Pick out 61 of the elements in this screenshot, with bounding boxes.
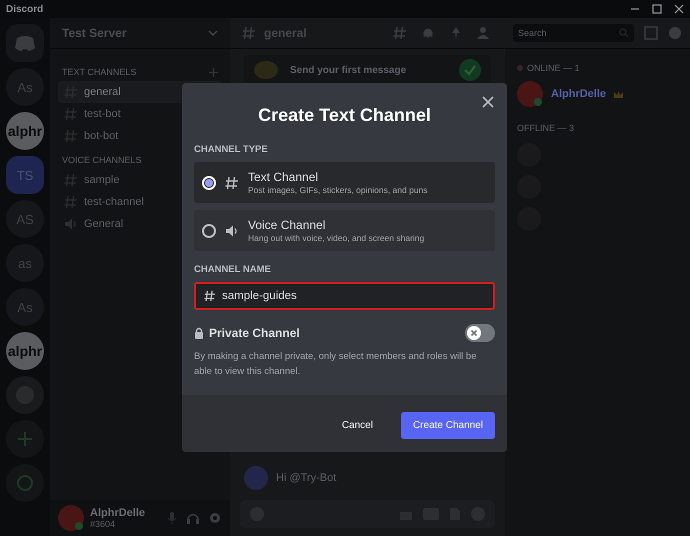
option-title: Voice Channel: [248, 218, 326, 232]
close-icon[interactable]: [481, 95, 495, 109]
dialog-title: Create Text Channel: [258, 105, 431, 126]
channel-item[interactable]: test-bot: [58, 103, 222, 125]
add-server-icon[interactable]: [6, 420, 44, 458]
option-title: Text Channel: [248, 170, 320, 184]
server-name[interactable]: Test Server: [62, 26, 126, 40]
headphones-icon[interactable]: [186, 511, 200, 525]
message-text: Hi @Try-Bot: [276, 472, 336, 484]
bell-icon[interactable]: [421, 26, 435, 40]
private-toggle[interactable]: [465, 324, 495, 342]
speaker-icon: [64, 217, 78, 231]
hash-icon: [64, 195, 78, 209]
placeholder-server-icon: [6, 376, 44, 414]
chevron-down-icon[interactable]: [208, 28, 218, 38]
close-icon[interactable]: [674, 4, 684, 14]
step-text: Send your first message: [290, 64, 408, 76]
lock-icon: [194, 327, 204, 339]
message-input[interactable]: [240, 500, 495, 528]
option-description: Post images, GIFs, stickers, opinions, and puns: [248, 185, 428, 195]
search-icon: [619, 28, 629, 38]
hash-icon: [64, 173, 78, 187]
user-avatar: [244, 466, 268, 490]
section-label: CHANNEL NAME: [194, 264, 272, 275]
username: AlphrDelle: [90, 507, 146, 519]
crown-icon: [614, 90, 624, 98]
toggle-knob-icon: [467, 326, 481, 340]
status-dot-icon: [517, 65, 523, 71]
channel-name-field[interactable]: sample-guides: [194, 282, 495, 310]
section-label: CHANNEL TYPE: [194, 144, 269, 155]
help-text: By making a channel private, only select members and roles will be able to view this channel.: [194, 350, 478, 379]
window-title: Discord: [6, 4, 44, 14]
option-description: Hang out with voice, video, and screen sharing: [248, 233, 424, 243]
search-field[interactable]: Search: [513, 24, 634, 42]
create-channel-button[interactable]: Create Channel: [400, 412, 495, 439]
radio-button[interactable]: [202, 224, 216, 238]
member-group-heading: OFFLINE — 3: [517, 123, 574, 133]
hash-icon: [64, 107, 78, 121]
category-heading[interactable]: TEXT CHANNELS: [62, 67, 136, 77]
hash-icon: [64, 129, 78, 143]
step-illustration-icon: [254, 60, 278, 80]
server-icon[interactable]: alphr: [6, 332, 44, 370]
member-group-heading: ONLINE — 1: [527, 63, 580, 73]
channel-type-option[interactable]: Voice Channel Hang out with voice, video, and screen sharing: [194, 210, 495, 251]
user-avatar: [517, 81, 543, 107]
maximize-icon[interactable]: [652, 4, 662, 14]
user-avatar: [58, 505, 84, 531]
toggle-label: Private Channel: [209, 326, 300, 340]
member-name[interactable]: AlphrDelle: [551, 88, 606, 100]
cancel-button[interactable]: Cancel: [330, 412, 385, 439]
hash-icon: [242, 26, 256, 40]
checkmark-icon: [459, 59, 481, 81]
hash-icon: [204, 290, 216, 302]
channel-type-option[interactable]: Text Channel Post images, GIFs, stickers, opinions, and puns: [194, 162, 495, 203]
microphone-icon[interactable]: [166, 511, 178, 525]
user-tag: #3604: [90, 519, 146, 529]
hash-icon: [224, 174, 240, 190]
threads-icon[interactable]: [393, 26, 407, 40]
category-heading[interactable]: VOICE CHANNELS: [62, 155, 142, 165]
server-icon[interactable]: alphr: [6, 112, 44, 150]
add-channel-icon[interactable]: [209, 68, 218, 76]
